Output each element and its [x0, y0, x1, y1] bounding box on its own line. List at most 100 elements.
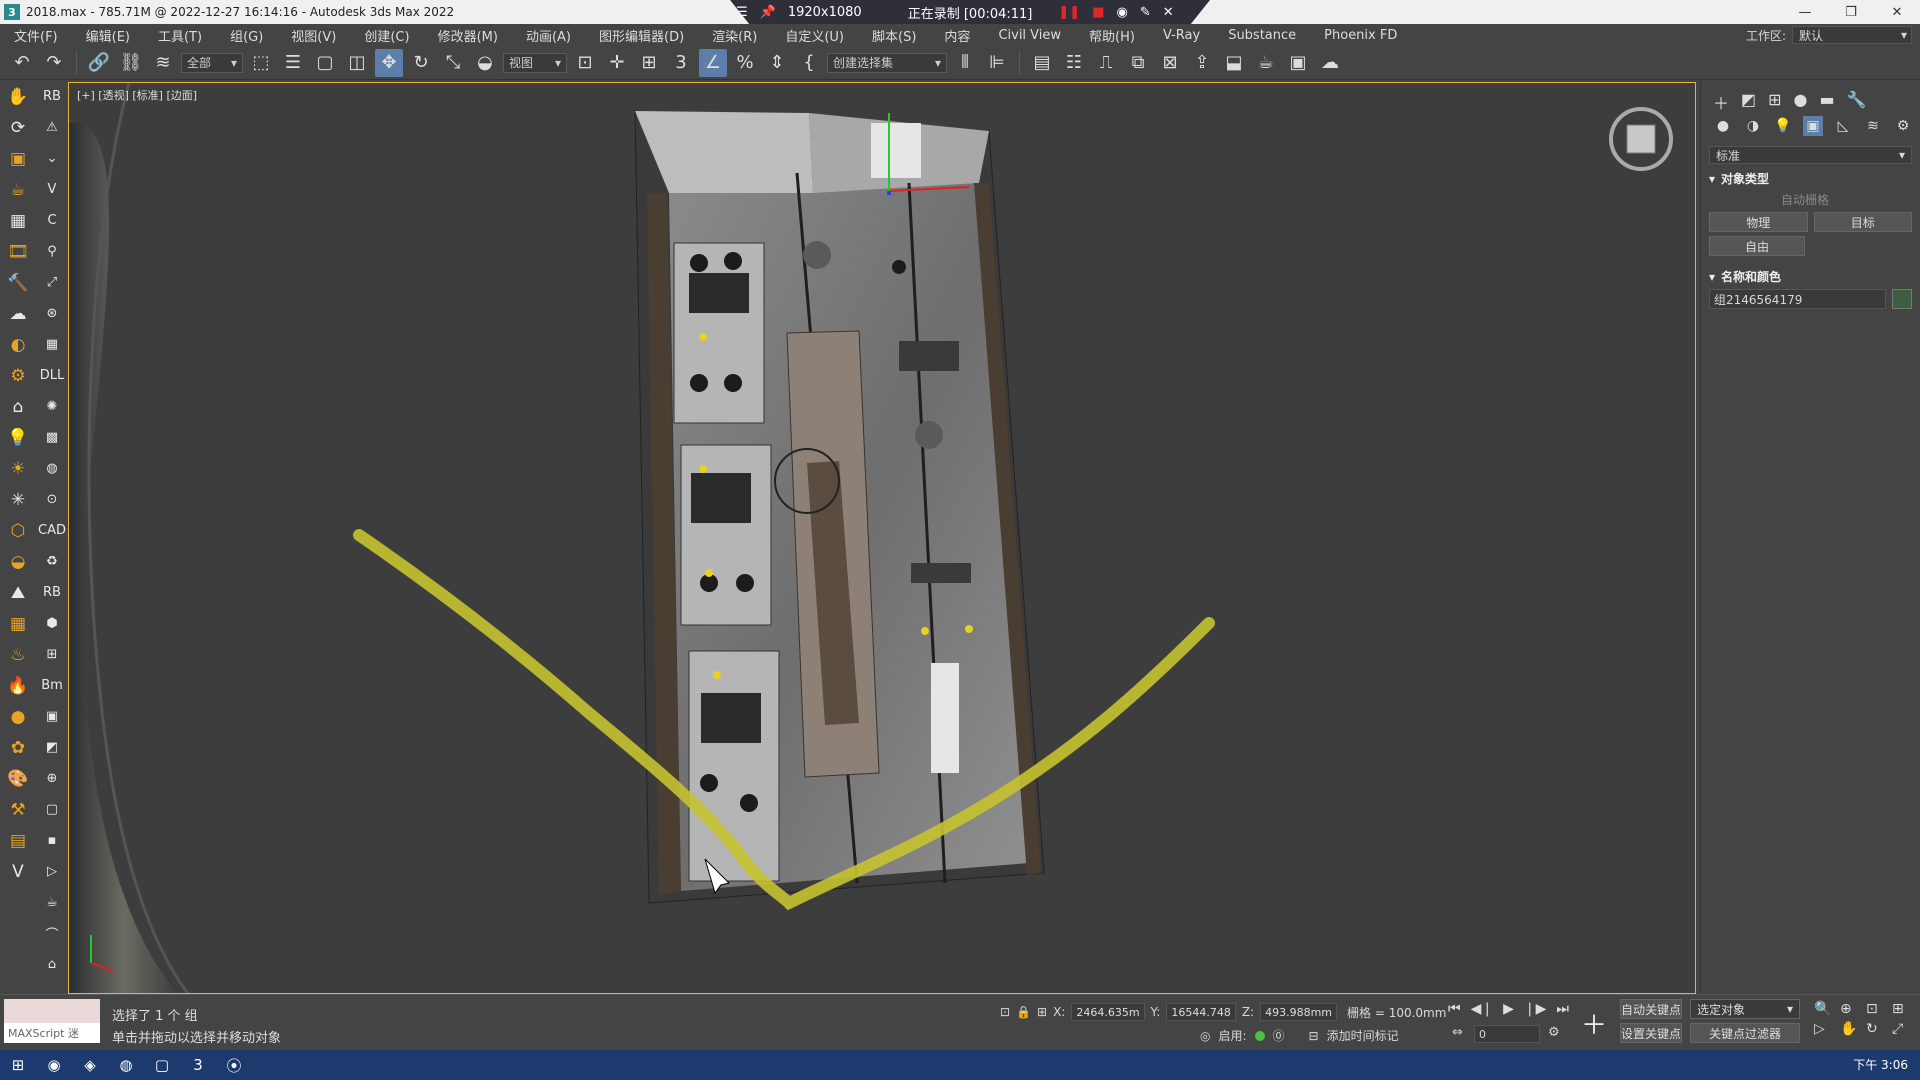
undo-icon[interactable]: ↶	[8, 49, 36, 77]
app-icon-a[interactable]: ◈	[72, 1050, 108, 1080]
lock-icon[interactable]: 🔒	[1016, 1005, 1031, 1019]
menu-create[interactable]: 创建(C)	[350, 26, 423, 45]
menu-tools[interactable]: 工具(T)	[144, 26, 216, 45]
auto-key-button[interactable]: 自动关键点	[1620, 999, 1682, 1019]
workspace-dropdown[interactable]: 默认 ▾	[1792, 26, 1912, 44]
maxscript-input[interactable]: MAXScript 迷	[4, 1023, 100, 1043]
vray-icon[interactable]: V	[4, 857, 32, 886]
add-time-tag-label[interactable]: 添加时间标记	[1327, 1027, 1399, 1044]
zoom-icon[interactable]: 🔍	[1814, 1001, 1836, 1017]
menu-phoenix-fd[interactable]: Phoenix FD	[1310, 28, 1411, 43]
manipulate-icon[interactable]: ✛	[603, 49, 631, 77]
menu-content[interactable]: 内容	[930, 26, 984, 45]
star-icon[interactable]: ✳	[4, 485, 32, 514]
unlink-icon[interactable]: ⛓	[117, 49, 145, 77]
name-color-section-header[interactable]: ▾ 名称和颜色	[1709, 268, 1912, 285]
object-color-swatch[interactable]	[1892, 289, 1912, 309]
gear-icon[interactable]: ⚙	[4, 361, 32, 390]
photoshop-icon[interactable]: ▢	[144, 1050, 180, 1080]
lights-icon[interactable]: 💡	[1773, 116, 1793, 136]
sphere-icon[interactable]: ◐	[4, 330, 32, 359]
category-dropdown[interactable]: 标准 ▾	[1709, 146, 1912, 164]
menu-view[interactable]: 视图(V)	[277, 26, 350, 45]
plan-icon[interactable]: ⊞	[38, 640, 66, 669]
cad-icon[interactable]: CAD	[38, 516, 66, 545]
object-type-section-header[interactable]: ▾ 对象类型	[1709, 170, 1912, 187]
redo-icon[interactable]: ↷	[40, 49, 68, 77]
render-setup-icon[interactable]: ⇪	[1188, 49, 1216, 77]
stop-icon[interactable]: ■	[1092, 5, 1104, 20]
helpers-icon[interactable]: ◺	[1833, 116, 1853, 136]
pen-icon[interactable]: ✎	[1140, 5, 1151, 20]
autogrid-checkbox[interactable]: 自动栅格	[1781, 191, 1920, 208]
target-icon[interactable]: ⊕	[38, 764, 66, 793]
image-icon[interactable]: ▣	[38, 702, 66, 731]
menu-customize[interactable]: 自定义(U)	[771, 26, 858, 45]
paint-icon[interactable]: 🎨	[4, 764, 32, 793]
next-frame-icon[interactable]: ❘▶	[1524, 1001, 1547, 1017]
minimize-button[interactable]: —	[1782, 0, 1828, 24]
cube-icon[interactable]: ⬡	[4, 516, 32, 545]
chevron-down-icon[interactable]: ⌄	[38, 144, 66, 173]
start-icon[interactable]: ⊞	[0, 1050, 36, 1080]
square-icon[interactable]: ▢	[38, 795, 66, 824]
pattern-icon[interactable]: ▩	[38, 423, 66, 452]
select-move-icon[interactable]: ✥	[375, 48, 403, 77]
isolate-icon[interactable]: ⊡	[1000, 1005, 1010, 1019]
close-button[interactable]: ✕	[1874, 0, 1920, 24]
orbit-icon[interactable]: ↻	[1866, 1021, 1888, 1037]
reference-coord-dropdown[interactable]: 视图 ▾	[503, 52, 567, 73]
globe-icon[interactable]: ◍	[38, 454, 66, 483]
current-frame-field[interactable]: 0	[1474, 1025, 1540, 1043]
shapes-icon[interactable]: ◑	[1743, 116, 1763, 136]
teapot-icon[interactable]: ☕	[4, 175, 32, 204]
spacewarps-icon[interactable]: ≋	[1863, 116, 1883, 136]
ball-icon[interactable]: ◒	[4, 547, 32, 576]
object-name-field[interactable]: 组2146564179	[1709, 289, 1886, 309]
render-iterative-icon[interactable]: ☁	[1316, 49, 1344, 77]
menu-graph-editors[interactable]: 图形编辑器(D)	[585, 26, 698, 45]
tile-icon[interactable]: ▪	[38, 826, 66, 855]
zoom-extents-icon[interactable]: ⊡	[1866, 1001, 1888, 1017]
menu-group[interactable]: 组(G)	[216, 26, 277, 45]
layer-explorer-icon[interactable]: ▤	[1028, 49, 1056, 77]
hammer-icon[interactable]: 🔨	[4, 268, 32, 297]
create-tab-icon[interactable]: ＋	[1713, 90, 1729, 114]
key-filters-button[interactable]: 关键点过滤器	[1690, 1023, 1800, 1043]
schematic-view-icon[interactable]: ⧉	[1124, 49, 1152, 77]
adaptive-degradation-icon[interactable]: ◎	[1200, 1029, 1210, 1043]
lamp-icon[interactable]: ⌂	[4, 392, 32, 421]
maximize-viewport-icon[interactable]: ⤢	[1892, 1021, 1914, 1037]
percent-snap-icon[interactable]: %	[731, 49, 759, 77]
dll-icon[interactable]: DLL	[38, 361, 66, 390]
viewport-label[interactable]: [+] [透视] [标准] [边面]	[77, 87, 197, 103]
display-tab-icon[interactable]: ▬	[1820, 90, 1835, 114]
fire-icon[interactable]: 🔥	[4, 671, 32, 700]
restore-button[interactable]: ❐	[1828, 0, 1874, 24]
curve-editor-icon[interactable]: ⎍	[1092, 49, 1120, 77]
selection-filter-dropdown[interactable]: 全部 ▾	[181, 52, 243, 73]
select-scale-icon[interactable]: ⤡	[439, 49, 467, 77]
recorder-icon[interactable]: ⦿	[216, 1050, 252, 1080]
sphere-grey-icon[interactable]: ●	[4, 702, 32, 731]
file-icon[interactable]: ▷	[38, 857, 66, 886]
edit-named-sel-icon[interactable]: {	[795, 49, 823, 77]
selected-objects-dropdown[interactable]: 选定对象 ▾	[1690, 999, 1800, 1019]
menu-rendering[interactable]: 渲染(R)	[698, 26, 771, 45]
set-key-button[interactable]: 设置关键点	[1620, 1023, 1682, 1043]
sun-icon[interactable]: ☀	[4, 454, 32, 483]
y-coordinate-field[interactable]: 16544.748	[1166, 1003, 1236, 1021]
bucket-icon[interactable]: ◩	[38, 733, 66, 762]
snap-toggle-icon[interactable]: 3	[667, 49, 695, 77]
hierarchy-tab-icon[interactable]: ⊞	[1768, 90, 1781, 114]
film-icon[interactable]: 🎞	[4, 237, 32, 266]
3dsmax-icon[interactable]: 3	[180, 1050, 216, 1080]
close-recorder-icon[interactable]: ✕	[1163, 5, 1174, 20]
rb2-icon[interactable]: RB	[38, 578, 66, 607]
time-tag-icon[interactable]: ⊟	[1309, 1029, 1319, 1043]
enable-indicator-icon[interactable]	[1254, 1030, 1265, 1041]
rb-icon[interactable]: RB	[38, 82, 66, 111]
pause-icon[interactable]: ❚❚	[1058, 5, 1080, 20]
free-camera-button[interactable]: 自由	[1709, 236, 1805, 256]
home-icon[interactable]: ⌂	[38, 950, 66, 979]
